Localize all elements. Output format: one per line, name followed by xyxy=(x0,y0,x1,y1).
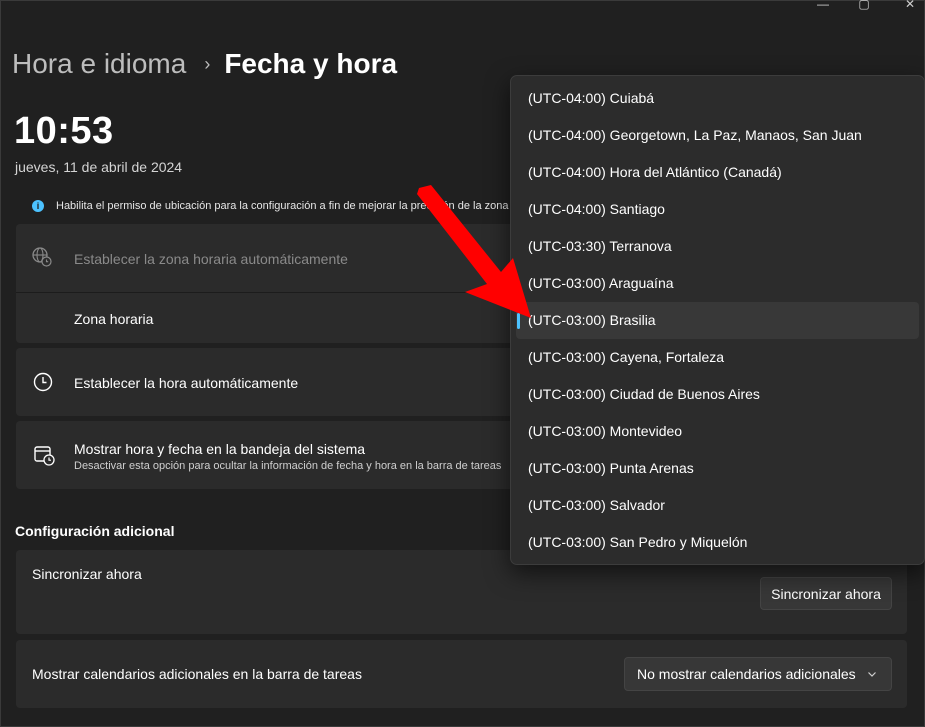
minimize-button[interactable]: — xyxy=(808,0,838,12)
timezone-label: Zona horaria xyxy=(74,311,154,327)
sync-label: Sincronizar ahora xyxy=(32,566,142,582)
timezone-option-label: (UTC-03:00) San Pedro y Miquelón xyxy=(528,534,748,550)
timezone-option-label: (UTC-03:00) Punta Arenas xyxy=(528,460,694,476)
timezone-option-label: (UTC-03:00) Montevideo xyxy=(528,423,683,439)
chevron-down-icon xyxy=(868,672,876,677)
timezone-option-label: (UTC-04:00) Hora del Atlántico (Canadá) xyxy=(528,164,782,180)
timezone-option-label: (UTC-03:00) Ciudad de Buenos Aires xyxy=(528,386,760,402)
timezone-option-label: (UTC-03:30) Terranova xyxy=(528,238,672,254)
timezone-option[interactable]: (UTC-04:00) Hora del Atlántico (Canadá) xyxy=(516,154,919,191)
timezone-option-label: (UTC-03:00) Cayena, Fortaleza xyxy=(528,349,725,365)
timezone-option-label: (UTC-03:00) Brasilia xyxy=(528,312,656,328)
timezone-list: (UTC-04:00) Cuiabá (UTC-04:00) Georgetown… xyxy=(516,80,919,561)
timezone-option[interactable]: (UTC-03:00) Montevideo xyxy=(516,413,919,450)
calendars-label: Mostrar calendarios adicionales en la ba… xyxy=(32,666,362,682)
timezone-option-label: (UTC-03:00) Araguaína xyxy=(528,275,674,291)
timezone-option-label: (UTC-04:00) Georgetown, La Paz, Manaos, … xyxy=(528,127,862,143)
timezone-option[interactable]: (UTC-03:00) Brasilia xyxy=(516,302,919,339)
breadcrumb-parent-link[interactable]: Hora e idioma xyxy=(12,48,186,80)
timezone-option[interactable]: (UTC-04:00) Cuiabá xyxy=(516,80,919,117)
timezone-option[interactable]: (UTC-04:00) Georgetown, La Paz, Manaos, … xyxy=(516,117,919,154)
tray-label: Mostrar hora y fecha en la bandeja del s… xyxy=(74,441,366,457)
auto-timezone-label: Establecer la zona horaria automáticamen… xyxy=(74,251,348,267)
calendar-clock-icon xyxy=(34,446,55,466)
info-icon: i xyxy=(32,200,44,212)
timezone-option[interactable]: (UTC-03:00) Punta Arenas xyxy=(516,450,919,487)
location-info-bar: i Habilita el permiso de ubicación para … xyxy=(16,192,556,220)
timezone-option[interactable]: (UTC-03:00) Araguaína xyxy=(516,265,919,302)
timezone-option[interactable]: (UTC-03:00) Cayena, Fortaleza xyxy=(516,339,919,376)
timezone-option[interactable]: (UTC-03:00) Ciudad de Buenos Aires xyxy=(516,376,919,413)
breadcrumb: Hora e idioma › Fecha y hora xyxy=(12,44,397,84)
timezone-option[interactable]: (UTC-04:00) Santiago xyxy=(516,191,919,228)
auto-time-label: Establecer la hora automáticamente xyxy=(74,375,299,391)
current-time: 10:53 xyxy=(14,110,114,152)
section-title: Configuración adicional xyxy=(15,523,175,539)
current-date: jueves, 11 de abril de 2024 xyxy=(15,159,183,175)
close-button[interactable]: ✕ xyxy=(895,0,925,12)
timezone-option-label: (UTC-04:00) Cuiabá xyxy=(528,90,655,106)
chevron-right-icon: › xyxy=(204,53,211,74)
divider xyxy=(16,292,556,293)
timezone-option[interactable]: (UTC-03:30) Terranova xyxy=(516,228,919,265)
timezone-option[interactable]: (UTC-03:00) Salvador xyxy=(516,487,919,524)
globe-clock-icon xyxy=(32,247,52,267)
timezone-option-label: (UTC-03:00) Salvador xyxy=(528,497,665,513)
maximize-button[interactable]: ▢ xyxy=(849,0,879,12)
timezone-option-label: (UTC-04:00) Santiago xyxy=(528,201,665,217)
calendars-dropdown[interactable]: No mostrar calendarios adicionales xyxy=(624,657,892,691)
clock-icon xyxy=(33,372,53,392)
page-title: Fecha y hora xyxy=(224,48,398,79)
selection-indicator xyxy=(517,313,520,329)
sync-now-button[interactable]: Sincronizar ahora xyxy=(760,577,892,610)
calendars-dropdown-value: No mostrar calendarios adicionales xyxy=(637,666,856,682)
tray-description: Desactivar esta opción para ocultar la i… xyxy=(74,460,502,472)
info-bar-text: Habilita el permiso de ubicación para la… xyxy=(56,200,509,212)
timezone-dropdown-popup: (UTC-04:00) Cuiabá (UTC-04:00) Georgetown… xyxy=(510,75,925,565)
timezone-option[interactable]: (UTC-03:00) San Pedro y Miquelón xyxy=(516,524,919,561)
